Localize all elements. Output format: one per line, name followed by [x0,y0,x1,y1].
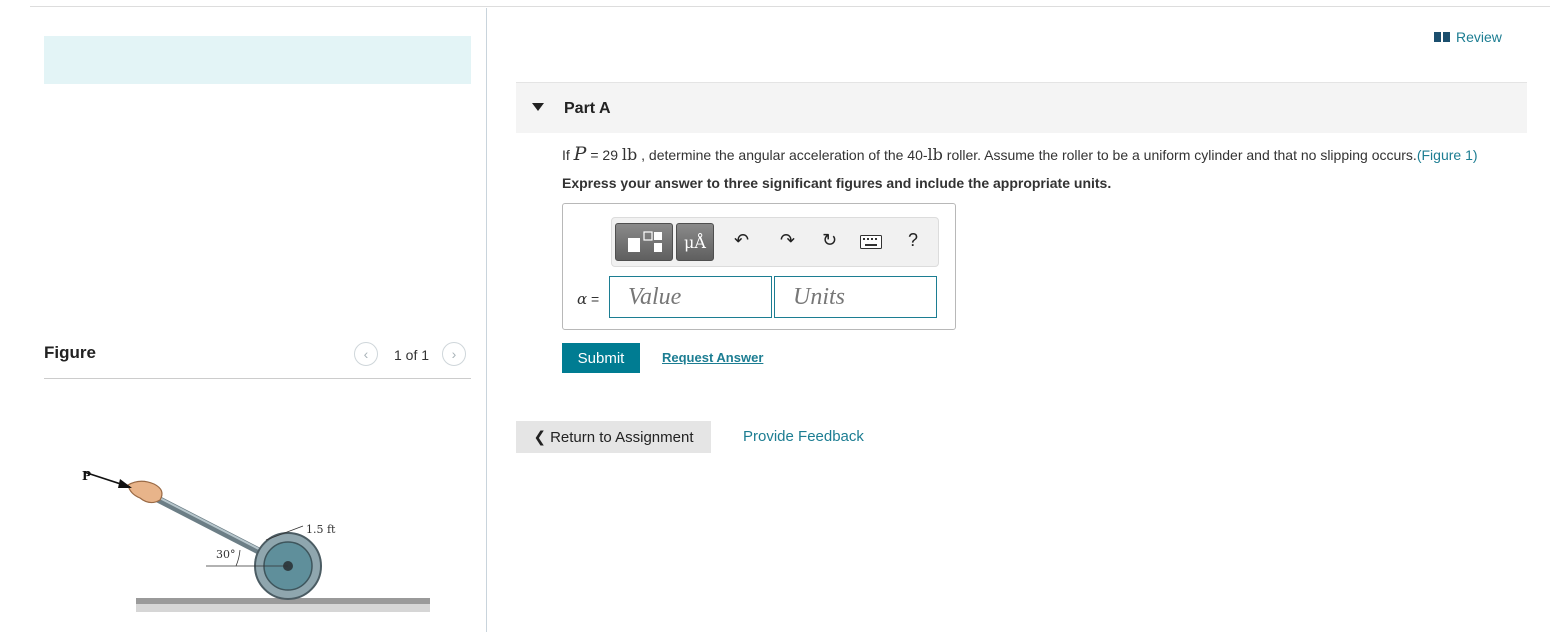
chevron-left-icon: ‹ [363,346,369,362]
angle-label: 30° [216,548,236,561]
answer-instruction: Express your answer to three significant… [562,175,1112,191]
reset-icon[interactable]: ↻ [822,230,837,251]
previous-figure-button[interactable]: ‹ [354,342,378,366]
equals-sign: = [587,291,600,307]
caret-down-icon [532,103,544,111]
part-title: Part A [564,100,611,117]
question-variable: P [573,143,587,165]
submit-button[interactable]: Submit [562,343,640,373]
chevron-right-icon: › [451,346,457,362]
question-unit-2: lb [927,145,943,164]
review-label: Review [1456,29,1502,45]
angle-arc [235,549,241,567]
question-unit-1: lb [621,145,638,164]
book-icon [1434,32,1450,42]
question-middle: , determine the angular acceleration of … [637,147,928,163]
review-link[interactable]: Review [1434,29,1502,45]
info-banner [44,36,471,84]
undo-icon[interactable]: ↶ [734,230,749,251]
question-text: If P = 29 lb , determine the angular acc… [562,143,1478,165]
panel-divider [486,8,487,632]
roller-diagram: P 1.5 ft 30° [82,469,430,612]
figure-link[interactable]: (Figure 1) [1417,147,1478,163]
hand [127,480,163,504]
figure-pager-count: 1 of 1 [394,347,430,363]
request-answer-link[interactable]: Request Answer [662,350,763,365]
value-input[interactable]: Value [609,276,772,318]
ground-shadow [136,604,430,612]
units-button[interactable]: μÅ [676,223,714,261]
units-input[interactable]: Units [774,276,937,318]
templates-icon [628,231,662,252]
question-prefix: If [562,147,570,163]
alpha-symbol: α [577,290,588,308]
next-figure-button[interactable]: › [442,342,466,366]
part-a-header[interactable]: Part A [516,82,1527,133]
chevron-left-icon: ❮ [533,429,547,446]
templates-button[interactable] [615,223,673,261]
left-panel: Figure ‹ 1 of 1 › P 1.5 ft 30° [0,0,486,632]
figure-title: Figure [44,343,96,362]
answer-box: μÅ ↶ ↷ ↻ ? α = Value Units [562,203,956,330]
provide-feedback-link[interactable]: Provide Feedback [743,428,864,445]
figure-header: Figure ‹ 1 of 1 › [44,336,471,379]
return-to-assignment-button[interactable]: ❮ Return to Assignment [516,421,711,453]
redo-icon[interactable]: ↷ [780,230,795,251]
math-toolbar: μÅ ↶ ↷ ↻ ? [611,217,939,267]
return-label: Return to Assignment [550,428,694,446]
keyboard-icon[interactable] [860,235,882,249]
answer-variable-label: α = [577,290,599,308]
help-button[interactable]: ? [908,230,918,251]
length-label: 1.5 ft [306,523,336,536]
question-suffix: roller. Assume the roller to be a unifor… [942,147,1417,163]
question-equals: = 29 [586,147,622,163]
force-label: P [82,469,91,483]
